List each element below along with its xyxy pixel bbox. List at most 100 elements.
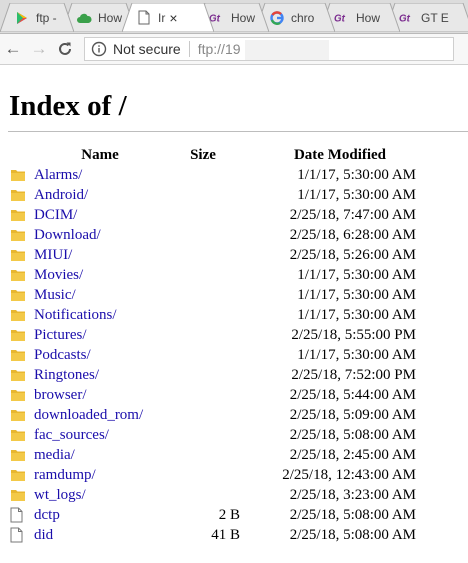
entry-size [166, 425, 240, 445]
entry-date: 2/25/18, 6:28:00 AM [289, 226, 416, 243]
table-row: Notifications/1/1/17, 5:30:00 AM [10, 305, 422, 325]
folder-icon [10, 327, 26, 343]
entry-date: 2/25/18, 5:26:00 AM [289, 246, 416, 263]
folder-icon [10, 287, 26, 303]
tab-label: How [356, 10, 381, 25]
toolbar: ← → Not secure ftp://19 [0, 34, 468, 65]
entry-date: 2/25/18, 7:47:00 AM [289, 206, 416, 223]
entry-size [166, 365, 240, 385]
entry-link[interactable]: MIUI/ [34, 247, 72, 263]
gt-icon: Gt [334, 10, 350, 26]
tab-label: Ir [158, 10, 166, 25]
forward-button[interactable]: → [26, 36, 52, 62]
table-row: downloaded_rom/2/25/18, 5:09:00 AM [10, 405, 422, 425]
table-header-row: Name Size Date Modified [10, 146, 422, 165]
entry-link[interactable]: Download/ [34, 227, 101, 243]
table-row: ramdump/2/25/18, 12:43:00 AM [10, 465, 422, 485]
entry-link[interactable]: ramdump/ [34, 467, 96, 483]
entry-size [166, 285, 240, 305]
name-column-header[interactable]: Name [34, 146, 166, 165]
entry-size [166, 225, 240, 245]
table-row: media/2/25/18, 2:45:00 AM [10, 445, 422, 465]
svg-text:Gt: Gt [334, 13, 346, 23]
entry-size [166, 265, 240, 285]
entry-size [166, 445, 240, 465]
table-row: Music/1/1/17, 5:30:00 AM [10, 285, 422, 305]
table-row: Alarms/1/1/17, 5:30:00 AM [10, 165, 422, 185]
table-row: Podcasts/1/1/17, 5:30:00 AM [10, 345, 422, 365]
cloud-icon [76, 10, 92, 26]
table-row: did 41 B 2/25/18, 5:08:00 AM [10, 525, 422, 545]
folder-icon [10, 307, 26, 323]
size-column-header[interactable]: Size [166, 146, 240, 165]
file-table: Name Size Date Modified Alarms/1/1/17, 5… [10, 146, 422, 545]
entry-link[interactable]: Alarms/ [34, 167, 82, 183]
entry-link[interactable]: DCIM/ [34, 207, 77, 223]
entry-link[interactable]: Podcasts/ [34, 347, 91, 363]
folder-icon [10, 167, 26, 183]
entry-link[interactable]: Notifications/ [34, 307, 117, 323]
tab-label: ftp - [36, 10, 57, 25]
icon-column-header [10, 146, 34, 165]
entry-date: 2/25/18, 3:23:00 AM [289, 486, 416, 503]
table-row: MIUI/2/25/18, 5:26:00 AM [10, 245, 422, 265]
redacted-region [245, 40, 329, 60]
table-row: wt_logs/2/25/18, 3:23:00 AM [10, 485, 422, 505]
entry-size [166, 305, 240, 325]
entry-link[interactable]: dctp [34, 507, 60, 523]
address-bar[interactable]: Not secure ftp://19 [84, 37, 454, 61]
url-text: ftp://19 [197, 41, 241, 57]
entry-date: 1/1/17, 5:30:00 AM [297, 286, 416, 303]
entry-date: 2/25/18, 5:08:00 AM [289, 506, 416, 523]
play-store-icon [14, 10, 30, 26]
entry-link[interactable]: media/ [34, 447, 75, 463]
tab-label: GT E [421, 10, 449, 25]
entry-link[interactable]: downloaded_rom/ [34, 407, 143, 423]
entry-date: 2/25/18, 5:08:00 AM [289, 526, 416, 543]
entry-size [166, 205, 240, 225]
entry-size [166, 405, 240, 425]
entry-date: 2/25/18, 12:43:00 AM [282, 466, 416, 483]
entry-date: 2/25/18, 5:09:00 AM [289, 406, 416, 423]
info-icon[interactable] [91, 41, 107, 57]
folder-icon [10, 447, 26, 463]
table-row: Android/1/1/17, 5:30:00 AM [10, 185, 422, 205]
entry-link[interactable]: did [34, 527, 53, 543]
date-column-header[interactable]: Date Modified [240, 146, 422, 165]
back-button[interactable]: ← [0, 36, 26, 62]
folder-icon [10, 427, 26, 443]
entry-size [166, 245, 240, 265]
page-icon [136, 10, 152, 26]
entry-link[interactable]: Ringtones/ [34, 367, 99, 383]
entry-link[interactable]: Android/ [34, 187, 88, 203]
tab-label: How [98, 10, 123, 25]
entry-link[interactable]: wt_logs/ [34, 487, 86, 503]
tab-strip: ftp - How Ir × Gt How chro Gt How Gt GT E [0, 0, 468, 34]
tab-label: How [231, 10, 256, 25]
entry-date: 1/1/17, 5:30:00 AM [297, 166, 416, 183]
entry-link[interactable]: Music/ [34, 287, 76, 303]
entry-link[interactable]: Movies/ [34, 267, 83, 283]
entry-size [166, 185, 240, 205]
entry-link[interactable]: browser/ [34, 387, 87, 403]
reload-button[interactable] [52, 36, 78, 62]
tab-3[interactable]: Ir × [122, 3, 214, 32]
entry-date: 1/1/17, 5:30:00 AM [297, 346, 416, 363]
entry-date: 2/25/18, 5:44:00 AM [289, 386, 416, 403]
entry-link[interactable]: fac_sources/ [34, 427, 109, 443]
folder-icon [10, 387, 26, 403]
tab-1[interactable]: ftp - [0, 3, 74, 32]
table-row: Download/2/25/18, 6:28:00 AM [10, 225, 422, 245]
table-row: Movies/1/1/17, 5:30:00 AM [10, 265, 422, 285]
entry-link[interactable]: Pictures/ [34, 327, 87, 343]
page-title: Index of / [9, 90, 127, 122]
arrow-left-icon: ← [4, 39, 22, 58]
table-row: Pictures/2/25/18, 5:55:00 PM [10, 325, 422, 345]
entry-date: 2/25/18, 2:45:00 AM [289, 446, 416, 463]
table-row: fac_sources/2/25/18, 5:08:00 AM [10, 425, 422, 445]
table-row: DCIM/2/25/18, 7:47:00 AM [10, 205, 422, 225]
folder-icon [10, 187, 26, 203]
table-row: Ringtones/2/25/18, 7:52:00 PM [10, 365, 422, 385]
close-icon[interactable]: × [169, 10, 177, 26]
file-icon [10, 527, 23, 543]
